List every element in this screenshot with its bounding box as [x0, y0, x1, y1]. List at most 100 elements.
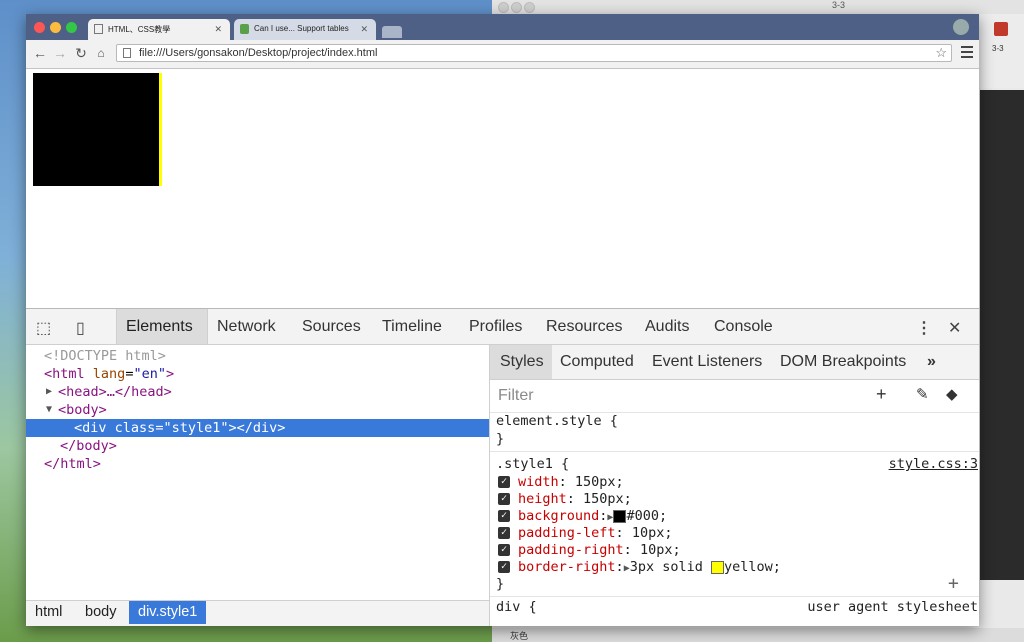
tab-console[interactable]: Console — [714, 318, 773, 336]
doctype-node[interactable]: <!DOCTYPE html> — [26, 347, 489, 365]
styles-sidebar: Styles Computed Event Listeners DOM Brea… — [489, 345, 979, 626]
tab-elements[interactable]: Elements — [126, 318, 193, 336]
property-value[interactable]: 3px solid — [630, 559, 703, 575]
filter-input[interactable]: Filter — [498, 387, 534, 405]
more-tabs-icon[interactable]: » — [927, 353, 936, 371]
back-arrow-icon[interactable]: ← — [32, 45, 48, 61]
chrome-window: HTML、CSS教學 ✕ Can I use... Support tables… — [26, 14, 979, 626]
elements-tree: <!DOCTYPE html> <html lang="en"> ▶ <head>… — [26, 345, 489, 600]
property-height[interactable]: ✓ height: 150px; — [498, 491, 632, 508]
checkbox-icon[interactable]: ✓ — [498, 561, 510, 573]
styles-filter-row: Filter + ✎ ◆ — [490, 380, 979, 413]
property-border-right[interactable]: ✓ border-right:▶3px solid yellow; — [498, 559, 781, 576]
collapse-arrow-icon[interactable]: ▼ — [46, 401, 52, 419]
chrome-menu-icon[interactable] — [961, 46, 973, 61]
tab-audits[interactable]: Audits — [645, 318, 689, 336]
reload-icon[interactable]: ↻ — [73, 45, 89, 61]
property-value-color[interactable]: yellow; — [724, 559, 781, 575]
body-close-text: </body> — [60, 438, 117, 454]
tab-styles[interactable]: Styles — [500, 353, 544, 371]
expand-arrow-icon[interactable]: ▶ — [46, 383, 52, 401]
property-padding-right[interactable]: ✓ padding-right: 10px; — [498, 542, 681, 559]
crumb-div-style1[interactable]: div.style1 — [129, 601, 207, 624]
div-attr-value: "style1" — [163, 420, 229, 436]
background-editor-panel — [980, 90, 1024, 580]
crumb-html[interactable]: html — [26, 601, 71, 624]
crumb-body[interactable]: body — [76, 601, 125, 624]
address-bar[interactable]: file:///Users/gonsakon/Desktop/project/i… — [116, 44, 952, 62]
div-tag-name: div — [82, 420, 107, 436]
close-devtools-icon[interactable]: ✕ — [948, 318, 961, 338]
color-swatch[interactable] — [711, 560, 725, 574]
tab-sources[interactable]: Sources — [302, 318, 361, 336]
address-bar-url: file:///Users/gonsakon/Desktop/project/i… — [139, 47, 378, 59]
property-name: padding-right — [518, 542, 624, 558]
tab-dom-breakpoints[interactable]: DOM Breakpoints — [780, 353, 906, 371]
style1-close-brace: } — [496, 576, 505, 592]
close-tab-icon[interactable]: ✕ — [360, 24, 368, 35]
tab-resources[interactable]: Resources — [546, 318, 622, 336]
property-width[interactable]: ✓ width: 150px; — [498, 474, 624, 491]
incognito-icon — [953, 19, 969, 35]
background-window-footer: 灰色 — [492, 628, 1024, 642]
devtools-tabbar: ⬚ ▯ Elements Network Sources Timeline Pr… — [26, 309, 979, 345]
checkbox-icon[interactable]: ✓ — [498, 527, 510, 539]
property-value[interactable]: 150px; — [575, 474, 624, 490]
style1-source-link[interactable]: style.css:3 — [889, 456, 978, 473]
toggle-element-state-icon[interactable]: ◆ — [946, 385, 958, 403]
background-window-titlebar: 3-3 — [492, 0, 1024, 15]
new-style-rule-icon[interactable]: + — [876, 384, 887, 405]
tab-computed[interactable]: Computed — [560, 353, 634, 371]
color-swatch[interactable] — [613, 509, 627, 523]
home-icon[interactable]: ⌂ — [93, 45, 109, 61]
tab-profiles[interactable]: Profiles — [469, 318, 522, 336]
html-node[interactable]: <html lang="en"> — [26, 365, 489, 383]
property-padding-left[interactable]: ✓ padding-left: 10px; — [498, 525, 672, 542]
tab-event-listeners[interactable]: Event Listeners — [652, 353, 762, 371]
style1-selector[interactable]: .style1 { — [496, 456, 569, 473]
div-style1-node[interactable]: <div class="style1"></div> — [26, 419, 489, 437]
devtools-panel: ⬚ ▯ Elements Network Sources Timeline Pr… — [26, 308, 979, 626]
zoom-window-icon[interactable] — [66, 22, 77, 33]
property-name: padding-left — [518, 525, 616, 541]
property-value[interactable]: 150px; — [583, 491, 632, 507]
more-options-icon[interactable]: ⋮ — [916, 318, 932, 338]
style1-div[interactable] — [33, 73, 162, 186]
head-text: <head>…</head> — [58, 384, 172, 400]
tab-html-css[interactable]: HTML、CSS教學 ✕ — [88, 19, 230, 40]
minimize-window-icon[interactable] — [50, 22, 61, 33]
html-close-node[interactable]: </html> — [26, 455, 489, 473]
close-tab-icon[interactable]: ✕ — [214, 24, 222, 35]
background-window-icons: 3-3 — [978, 14, 1024, 88]
page-viewport — [26, 69, 979, 308]
property-value[interactable]: #000; — [626, 508, 667, 524]
tab-timeline[interactable]: Timeline — [382, 318, 442, 336]
checkbox-icon[interactable]: ✓ — [498, 544, 510, 556]
checkbox-icon[interactable]: ✓ — [498, 476, 510, 488]
body-node[interactable]: ▼ <body> — [26, 401, 489, 419]
forward-arrow-icon[interactable]: → — [52, 45, 68, 61]
add-property-icon[interactable]: + — [948, 573, 959, 594]
div-close-text: ></div> — [228, 420, 286, 436]
document-icon — [94, 24, 103, 34]
close-window-icon[interactable] — [34, 22, 45, 33]
checkbox-icon[interactable]: ✓ — [498, 510, 510, 522]
device-mode-icon[interactable]: ▯ — [76, 318, 85, 338]
div-ua-selector[interactable]: div { — [496, 599, 537, 616]
checkbox-icon[interactable]: ✓ — [498, 493, 510, 505]
property-value[interactable]: 10px; — [632, 525, 673, 541]
div-attr-name: class — [114, 420, 156, 436]
property-background[interactable]: ✓ background:▶ #000; — [498, 508, 667, 525]
body-close-node[interactable]: </body> — [26, 437, 489, 455]
element-style-selector[interactable]: element.style { — [496, 413, 618, 430]
new-tab-button[interactable] — [382, 26, 402, 38]
style-rules: element.style { } .style1 { style.css:3 … — [490, 413, 979, 626]
inspect-element-icon[interactable]: ⬚ — [36, 318, 51, 338]
property-value[interactable]: 10px; — [640, 542, 681, 558]
tab-can-i-use[interactable]: Can I use... Support tables ✕ — [234, 19, 376, 40]
user-agent-stylesheet-label: user agent stylesheet — [807, 599, 978, 615]
bookmark-star-icon[interactable]: ☆ — [935, 45, 947, 61]
pin-icon[interactable]: ✎ — [916, 385, 929, 403]
head-node[interactable]: ▶ <head>…</head> — [26, 383, 489, 401]
tab-network[interactable]: Network — [217, 318, 276, 336]
